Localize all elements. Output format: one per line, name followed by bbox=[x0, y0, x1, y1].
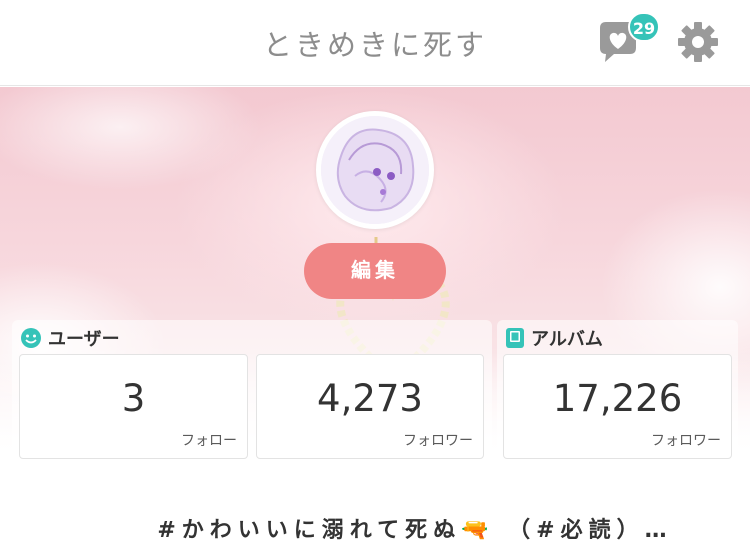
album-panel-label: アルバム bbox=[531, 329, 603, 350]
album-followers-label: フォロワー bbox=[651, 433, 721, 449]
followers-label: フォロワー bbox=[403, 433, 473, 449]
avatar[interactable] bbox=[316, 111, 434, 229]
following-label: フォロー bbox=[181, 433, 237, 449]
avatar-illustration bbox=[321, 116, 429, 224]
app-header: ときめきに死す 29 bbox=[0, 0, 750, 86]
post-title[interactable]: #かわいいに溺れて死ぬ🔫 （#必読）… bbox=[0, 512, 750, 544]
smiley-icon bbox=[21, 328, 41, 348]
following-card[interactable]: 3 フォロー bbox=[19, 354, 248, 459]
gear-icon bbox=[678, 22, 718, 62]
notification-badge[interactable]: 29 bbox=[628, 12, 660, 42]
followers-count: 4,273 bbox=[317, 377, 423, 420]
settings-button[interactable] bbox=[676, 20, 720, 64]
user-panel-header: ユーザー bbox=[20, 326, 120, 350]
user-panel-label: ユーザー bbox=[48, 329, 120, 350]
edit-profile-button[interactable]: 編集 bbox=[304, 243, 446, 299]
following-count: 3 bbox=[121, 377, 146, 420]
album-book-icon bbox=[506, 328, 524, 348]
album-followers-count: 17,226 bbox=[552, 377, 683, 420]
album-panel-header: アルバム bbox=[505, 326, 603, 350]
followers-card[interactable]: 4,273 フォロワー bbox=[256, 354, 484, 459]
album-followers-card[interactable]: 17,226 フォロワー bbox=[503, 354, 732, 459]
